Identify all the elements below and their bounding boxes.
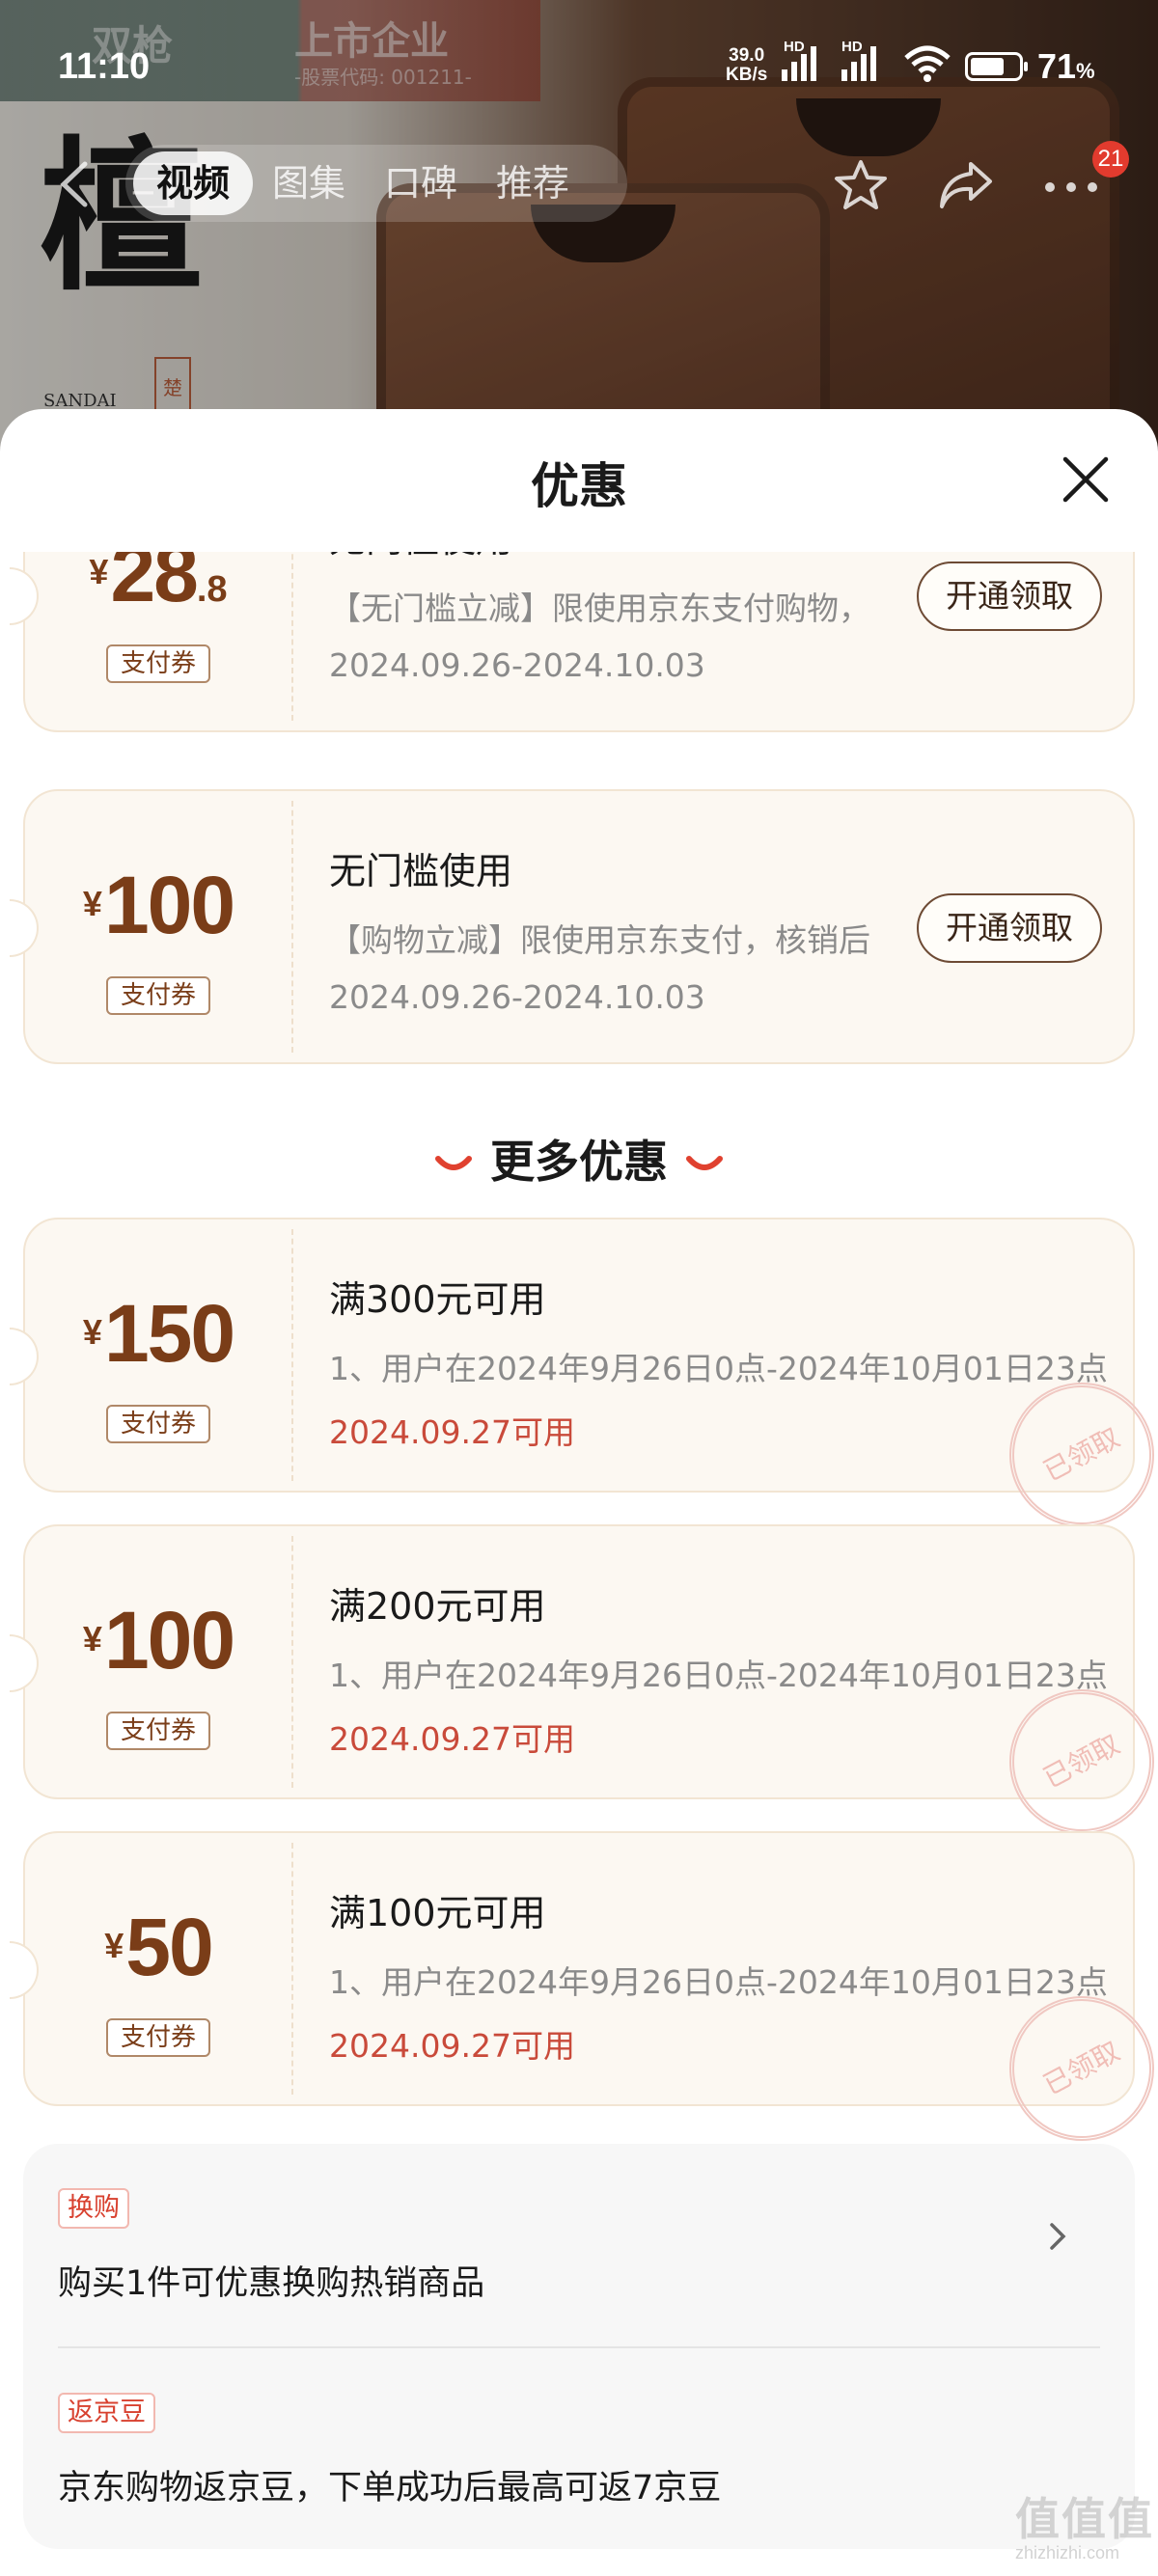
coupon-description: 1、用户在2024年9月26日0点-2024年10月01日23点 — [329, 1657, 1108, 1694]
coupon-condition: 满100元可用 — [329, 1892, 546, 1934]
wifi-icon — [904, 45, 951, 82]
activate-claim-button[interactable]: 开通领取 — [917, 562, 1102, 631]
activate-claim-button[interactable]: 开通领取 — [917, 893, 1102, 963]
coupon-condition: 无门槛使用 — [329, 552, 512, 562]
more-offers-heading: 更多优惠 — [0, 1127, 1158, 1191]
coupon-condition: 满200元可用 — [329, 1585, 546, 1628]
coupon-type-tag: 支付券 — [106, 1712, 210, 1750]
beans-label: 返京豆 — [58, 2393, 155, 2433]
coupon-available-date: 2024.09.27可用 — [329, 2027, 575, 2065]
beans-text: 京东购物返京豆，下单成功后最高可返7京豆 — [58, 2469, 722, 2507]
tab-video[interactable]: 视频 — [133, 151, 254, 215]
top-nav: 视频 图集 口碑 推荐 21 — [0, 141, 1158, 224]
coupon-validity: 2024.09.26-2024.10.03 — [329, 978, 705, 1016]
share-icon[interactable] — [936, 158, 996, 212]
tab-recommend[interactable]: 推荐 — [477, 151, 589, 215]
media-tabs: 视频 图集 口碑 推荐 — [125, 145, 627, 222]
coupon-card[interactable]: ¥50 支付券 满100元可用 1、用户在2024年9月26日0点-2024年1… — [10, 1831, 1158, 2167]
network-speed-unit: KB/s — [726, 65, 768, 85]
network-speed: 39.0 KB/s — [726, 46, 767, 85]
coupon-type-tag: 支付券 — [106, 2018, 210, 2057]
tab-reviews[interactable]: 口碑 — [365, 151, 477, 215]
signal-icon — [841, 46, 876, 81]
battery-percent: 71% — [1037, 46, 1095, 86]
coupon-type-tag: 支付券 — [106, 976, 210, 1015]
coupon-amount: ¥28.8 — [89, 552, 228, 618]
notification-badge: 21 — [1092, 141, 1129, 178]
divider — [58, 2346, 1100, 2348]
chevron-down-icon — [435, 1155, 472, 1170]
exchange-label: 换购 — [58, 2188, 129, 2229]
coupon-condition: 满300元可用 — [329, 1278, 546, 1321]
more-icon[interactable] — [1042, 158, 1100, 212]
coupon-amount: ¥100 — [82, 860, 235, 950]
network-speed-value: 39.0 — [729, 45, 765, 66]
coupon-card: ¥100 支付券 无门槛使用 【购物立减】限使用京东支付，核销后 2024.09… — [10, 789, 1135, 1064]
coupon-card: ¥28.8 支付券 无门槛使用 【无门槛立减】限使用京东支付购物， 2024.0… — [10, 552, 1135, 732]
coupon-amount: ¥50 — [104, 1902, 213, 1992]
coupon-available-date: 2024.09.27可用 — [329, 1720, 575, 1758]
coupon-amount: ¥150 — [82, 1288, 235, 1379]
back-icon[interactable] — [56, 160, 95, 208]
coupon-amount: ¥100 — [82, 1595, 235, 1685]
signal-icon — [782, 46, 816, 81]
chevron-down-icon — [686, 1155, 723, 1170]
coupon-type-tag: 支付券 — [106, 1405, 210, 1443]
coupon-validity: 2024.09.26-2024.10.03 — [329, 646, 705, 684]
coupon-description: 1、用户在2024年9月26日0点-2024年10月01日23点 — [329, 1350, 1108, 1387]
coupon-available-date: 2024.09.27可用 — [329, 1413, 575, 1451]
chevron-right-icon[interactable] — [1046, 2217, 1069, 2256]
star-icon[interactable] — [832, 158, 890, 212]
coupon-description: 1、用户在2024年9月26日0点-2024年10月01日23点 — [329, 1963, 1108, 2001]
coupon-card[interactable]: ¥150 支付券 满300元可用 1、用户在2024年9月26日0点-2024年… — [10, 1218, 1158, 1553]
coupon-type-tag: 支付券 — [106, 644, 210, 683]
coupon-card[interactable]: ¥100 支付券 满200元可用 1、用户在2024年9月26日0点-2024年… — [10, 1524, 1158, 1860]
battery-icon — [965, 52, 1028, 81]
coupon-list[interactable]: ¥28.8 支付券 无门槛使用 【无门槛立减】限使用京东支付购物， 2024.0… — [0, 552, 1158, 2576]
close-icon[interactable] — [1060, 453, 1112, 506]
sheet-title: 优惠 — [531, 458, 627, 514]
status-time: 11:10 — [58, 46, 151, 87]
coupon-condition: 无门槛使用 — [329, 850, 513, 892]
watermark: 值值值 — [1015, 2493, 1154, 2545]
coupon-description: 【购物立减】限使用京东支付，核销后 — [329, 921, 870, 959]
exchange-text[interactable]: 购买1件可优惠换购热销商品 — [58, 2256, 484, 2305]
watermark-url: zhizhizhi.com — [1015, 2543, 1120, 2562]
coupon-sheet: 优惠 ¥28.8 支付券 无门槛使用 【无门槛立减】限使用京东支付购物， 202… — [0, 409, 1158, 2576]
benefits-card: 换购 购买1件可优惠换购热销商品 返京豆 京东购物返京豆，下单成功后最高可返7京… — [23, 2144, 1135, 2549]
status-bar: 11:10 39.0 KB/s HD HD 71% — [0, 39, 1158, 96]
coupon-description: 【无门槛立减】限使用京东支付购物， — [329, 589, 870, 627]
tab-gallery[interactable]: 图集 — [253, 151, 365, 215]
